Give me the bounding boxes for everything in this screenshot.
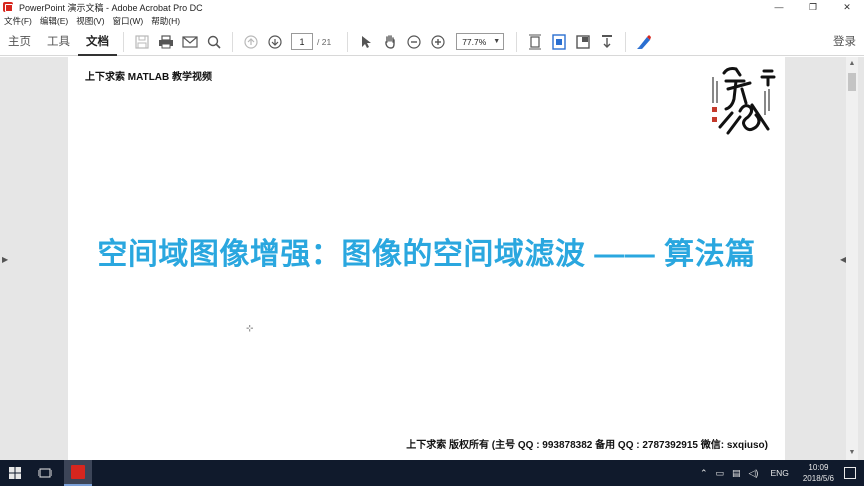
select-cursor-icon[interactable] bbox=[354, 28, 378, 56]
page-footer-text: 上下求索 版权所有 (主号 QQ : 993878382 备用 QQ : 278… bbox=[406, 440, 768, 451]
window-controls: — ❐ ✕ bbox=[762, 0, 864, 14]
menu-edit[interactable]: 编辑(E) bbox=[40, 15, 68, 27]
scroll-mode-icon[interactable] bbox=[595, 28, 619, 56]
save-icon[interactable] bbox=[130, 28, 154, 56]
title-bar: PowerPoint 演示文稿 - Adobe Acrobat Pro DC —… bbox=[0, 0, 864, 14]
show-hidden-icons-icon[interactable]: ⌃ bbox=[700, 468, 708, 479]
clock-time: 10:09 bbox=[808, 463, 829, 472]
network-icon[interactable]: ▤ bbox=[732, 468, 741, 479]
acrobat-app-icon bbox=[3, 2, 13, 12]
menu-file[interactable]: 文件(F) bbox=[4, 15, 32, 27]
toolbar-divider bbox=[516, 31, 518, 52]
input-language[interactable]: ENG bbox=[770, 468, 788, 478]
menu-bar: 文件(F) 编辑(E) 视图(V) 窗口(W) 帮助(H) bbox=[0, 14, 864, 27]
notification-icon[interactable] bbox=[844, 467, 856, 479]
windows-start-button[interactable] bbox=[0, 460, 30, 486]
scroll-down-icon[interactable]: ▼ bbox=[846, 448, 858, 458]
print-icon[interactable] bbox=[154, 28, 178, 56]
mail-icon[interactable] bbox=[178, 28, 202, 56]
full-screen-icon[interactable] bbox=[571, 28, 595, 56]
toolbar-divider bbox=[625, 31, 627, 52]
page-header-text: 上下求索 MATLAB 教学视频 bbox=[85, 72, 213, 83]
menu-view[interactable]: 视图(V) bbox=[76, 15, 104, 27]
page-up-icon[interactable] bbox=[239, 28, 263, 56]
battery-icon[interactable]: ▭ bbox=[715, 468, 724, 479]
highlight-pen-icon[interactable] bbox=[632, 28, 656, 56]
page-total: / 21 bbox=[317, 36, 332, 47]
window-title: PowerPoint 演示文稿 - Adobe Acrobat Pro DC bbox=[19, 2, 203, 13]
zoom-out-icon[interactable] bbox=[402, 28, 426, 56]
zoom-level-value: 77.7% bbox=[462, 36, 487, 47]
taskbar-acrobat-icon[interactable] bbox=[64, 460, 92, 486]
menu-window[interactable]: 窗口(W) bbox=[113, 15, 144, 27]
search-icon[interactable] bbox=[202, 28, 226, 56]
left-panel-toggle-icon[interactable]: ▶ bbox=[2, 255, 8, 264]
login-link[interactable]: 登录 bbox=[833, 28, 856, 56]
system-tray: ⌃ ▭ ▤ ◁) ENG 10:09 2018/5/6 bbox=[696, 460, 864, 486]
vertical-scrollbar[interactable]: ▲ ▼ bbox=[846, 57, 858, 460]
page-down-icon[interactable] bbox=[263, 28, 287, 56]
taskbar-clock[interactable]: 10:09 2018/5/6 bbox=[803, 462, 834, 484]
windows-taskbar: ⌃ ▭ ▤ ◁) ENG 10:09 2018/5/6 bbox=[0, 460, 864, 486]
tab-document[interactable]: 文档 bbox=[78, 28, 117, 56]
volume-icon[interactable]: ◁) bbox=[749, 468, 759, 479]
document-area: ▶ ◀ 上下求索 MATLAB 教学视频 空间域图像增强：图像的空间域滤波 ——… bbox=[0, 57, 864, 460]
task-view-icon[interactable] bbox=[30, 460, 60, 486]
hand-tool-icon[interactable] bbox=[378, 28, 402, 56]
chevron-down-icon: ▼ bbox=[493, 38, 501, 45]
scroll-up-icon[interactable]: ▲ bbox=[846, 59, 858, 69]
scrollbar-thumb[interactable] bbox=[848, 73, 856, 91]
toolbar-divider bbox=[123, 31, 124, 52]
slide-title: 空间域图像增强：图像的空间域滤波 —— 算法篇 bbox=[97, 238, 756, 271]
minimize-button[interactable]: — bbox=[762, 0, 796, 14]
close-button[interactable]: ✕ bbox=[830, 0, 864, 14]
clock-date: 2018/5/6 bbox=[802, 474, 834, 483]
zoom-in-icon[interactable] bbox=[426, 28, 450, 56]
toolbar: 主页 工具 文档 1 / 21 77.7% ▼ 登录 bbox=[0, 28, 864, 56]
tab-tools[interactable]: 工具 bbox=[39, 28, 78, 56]
toolbar-divider bbox=[347, 31, 349, 52]
fit-page-icon[interactable] bbox=[523, 28, 547, 56]
mouse-cursor-icon: ⊹ bbox=[246, 323, 254, 333]
page-number-input[interactable]: 1 bbox=[291, 33, 313, 50]
tab-home[interactable]: 主页 bbox=[0, 28, 39, 56]
rotate-view-icon[interactable] bbox=[547, 28, 571, 56]
seal-logo bbox=[706, 61, 782, 139]
toolbar-divider bbox=[232, 31, 233, 52]
maximize-button[interactable]: ❐ bbox=[796, 0, 830, 14]
pdf-page: 上下求索 MATLAB 教学视频 空间域图像增强：图像的空间域滤波 —— 算法篇… bbox=[68, 57, 785, 460]
zoom-level-select[interactable]: 77.7% ▼ bbox=[456, 33, 505, 50]
menu-help[interactable]: 帮助(H) bbox=[151, 15, 180, 27]
